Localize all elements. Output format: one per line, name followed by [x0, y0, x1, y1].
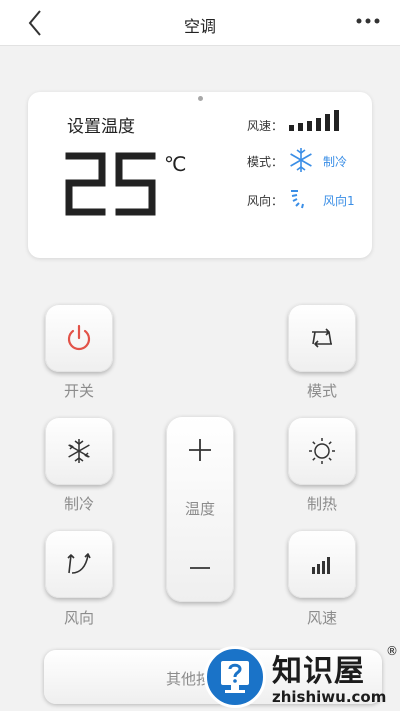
watermark-logo: 知识屋 ® zhishiwu.com: [200, 640, 400, 711]
mode-button[interactable]: [288, 304, 356, 372]
set-temperature-label: 设置温度: [67, 117, 135, 137]
sun-icon: [309, 438, 335, 464]
wind-direction-icon: [291, 190, 304, 209]
temperature-unit: ℃: [164, 152, 187, 176]
snowflake-icon: [68, 439, 90, 463]
fan-speed-label: 风速：: [247, 119, 284, 133]
temperature-decrease-button[interactable]: [166, 536, 234, 600]
signal-bars-icon: [312, 557, 330, 574]
wind-direction-value: 风向1: [323, 194, 355, 208]
wind-direction-button-label: 风向: [63, 609, 94, 627]
temperature-display: 25: [65, 152, 156, 220]
temperature-label: 温度: [184, 500, 215, 518]
more-dots-icon: [356, 18, 380, 24]
mode-label: 模式：: [247, 155, 284, 169]
cool-button[interactable]: [45, 417, 113, 485]
temperature-rocker: 温度: [166, 416, 234, 602]
mode-button-label: 模式: [306, 382, 337, 400]
top-bar: 空调: [0, 0, 400, 46]
temperature-value: 25: [112, 218, 114, 220]
watermark-badge: [204, 646, 266, 708]
page-indicator-dot: [198, 96, 203, 101]
question-monitor-icon: [221, 661, 249, 693]
more-button[interactable]: [350, 8, 386, 36]
watermark-registered-mark: ®: [386, 644, 398, 658]
wind-direction-label: 风向：: [247, 194, 284, 208]
watermark-title: 知识屋: [272, 654, 365, 689]
power-icon: [67, 324, 91, 351]
power-button[interactable]: [45, 304, 113, 372]
fan-speed-bars-icon: [289, 110, 339, 131]
mode-switch-icon: [312, 328, 332, 348]
power-label: 开关: [63, 382, 94, 400]
heat-button[interactable]: [288, 417, 356, 485]
page-title: 空调: [183, 17, 216, 36]
minus-icon: [190, 567, 210, 569]
watermark-url: zhishiwu.com: [272, 688, 387, 706]
mode-value: 制冷: [323, 155, 348, 169]
fan-speed-button[interactable]: [288, 530, 356, 598]
wind-direction-icon: [67, 553, 91, 574]
fan-speed-button-label: 风速: [306, 609, 337, 627]
cool-label: 制冷: [63, 495, 94, 513]
heat-label: 制热: [306, 495, 337, 513]
temperature-increase-button[interactable]: [166, 416, 234, 480]
snowflake-icon: [290, 148, 312, 172]
plus-icon: [189, 439, 211, 461]
wind-direction-button[interactable]: [45, 530, 113, 598]
status-card: 设置温度 25 ℃ 风速： 模式： 制冷 风向： 风向1: [28, 92, 372, 258]
